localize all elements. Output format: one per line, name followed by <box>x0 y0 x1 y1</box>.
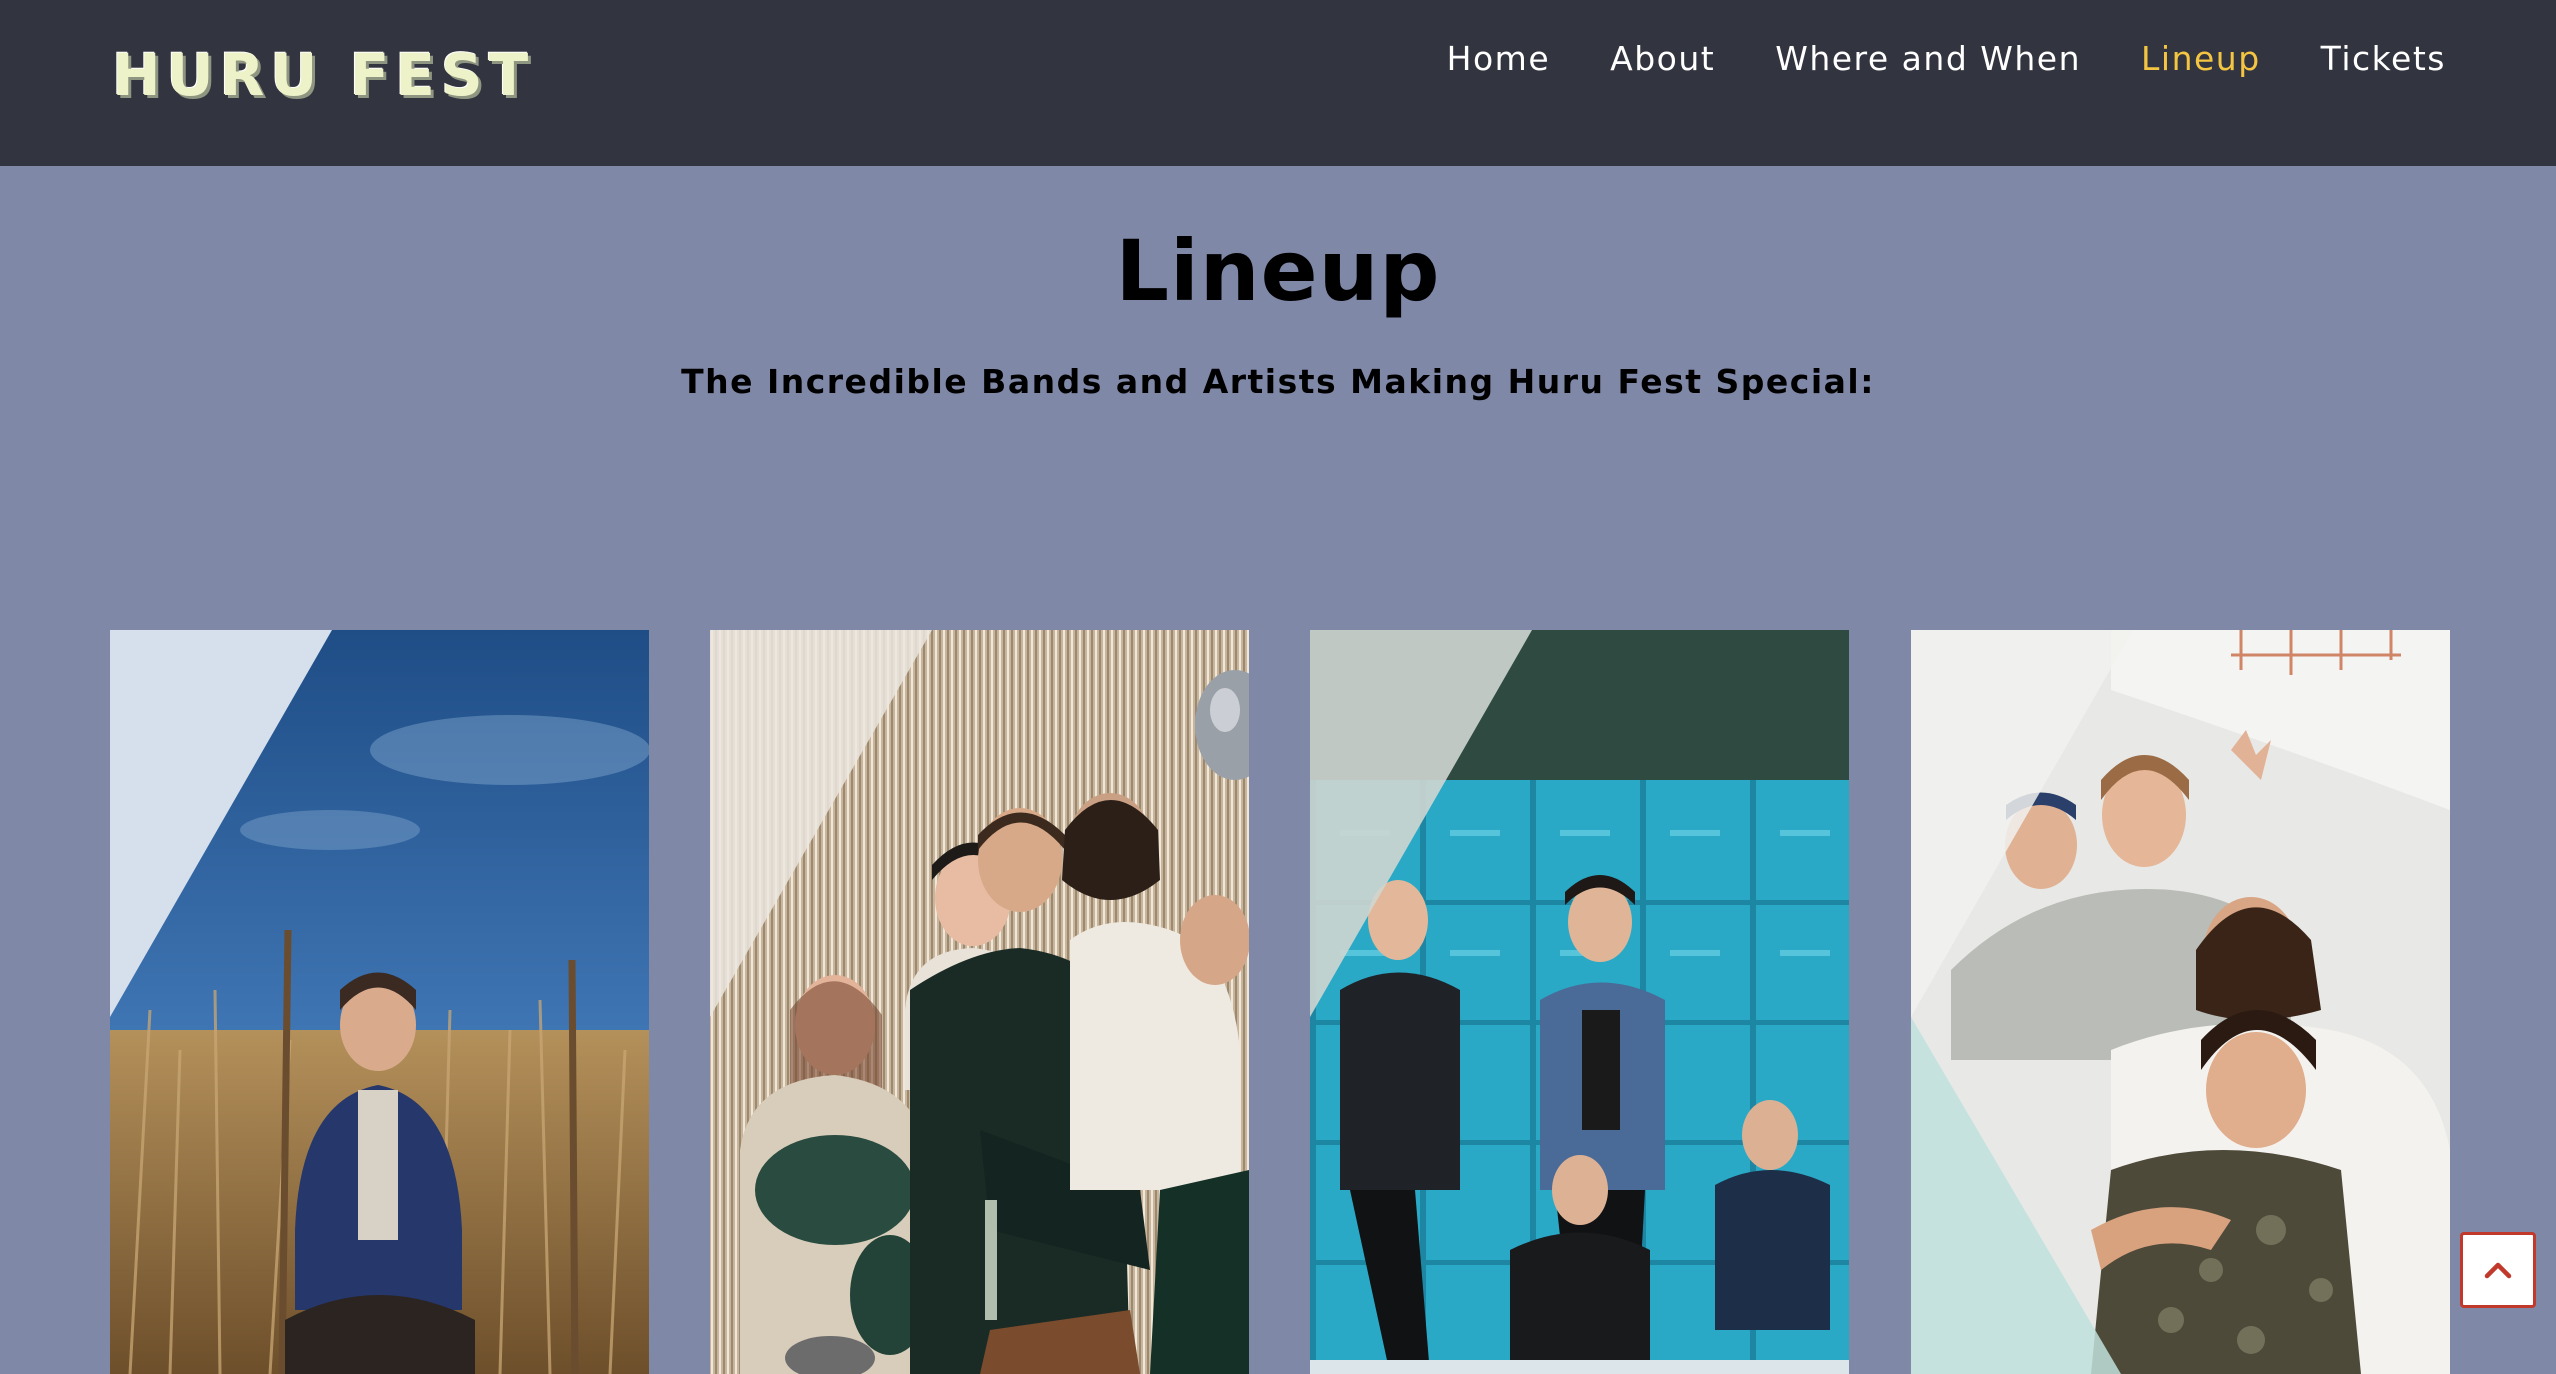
card-diagonal-overlay <box>1911 630 2133 1374</box>
lineup-card-1[interactable] <box>110 630 649 1374</box>
main-nav: Home About Where and When Lineup Tickets <box>1387 30 2446 86</box>
card-diagonal-overlay <box>710 630 932 1017</box>
scroll-to-top-button[interactable] <box>2460 1232 2536 1308</box>
chevron-up-icon <box>2484 1262 2512 1279</box>
page-subtitle: The Incredible Bands and Artists Making … <box>681 362 1875 401</box>
nav-where-and-when[interactable]: Where and When <box>1775 39 2081 78</box>
card-diagonal-overlay <box>1310 630 1532 1017</box>
lineup-card-2[interactable] <box>710 630 1249 1374</box>
nav-tickets[interactable]: Tickets <box>2321 39 2446 78</box>
nav-lineup[interactable]: Lineup <box>2141 39 2261 78</box>
page-title: Lineup <box>1115 222 1441 320</box>
lineup-card-3[interactable] <box>1310 630 1849 1374</box>
navbar: HURU FEST Home About Where and When Line… <box>0 0 2556 166</box>
lineup-card-4[interactable] <box>1911 630 2450 1374</box>
nav-home[interactable]: Home <box>1447 39 1550 78</box>
site-logo[interactable]: HURU FEST <box>112 40 534 110</box>
nav-about[interactable]: About <box>1610 39 1715 78</box>
card-diagonal-overlay <box>110 630 332 1017</box>
